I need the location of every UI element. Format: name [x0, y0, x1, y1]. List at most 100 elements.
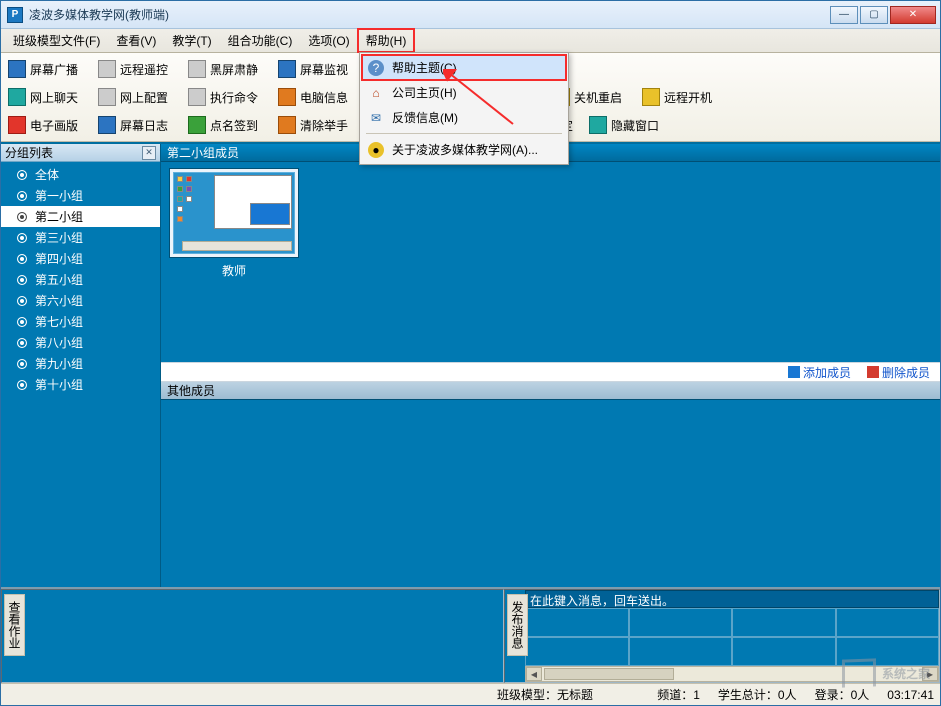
tool-网上配置[interactable]: 网上配置: [95, 85, 179, 109]
tool-屏幕监视[interactable]: 屏幕监视: [275, 57, 359, 81]
add-icon: [788, 366, 800, 378]
group-label: 第三小组: [35, 229, 83, 246]
homework-label[interactable]: 查看作业: [4, 594, 25, 656]
group-label: 第八小组: [35, 334, 83, 351]
tool-label: 电子画版: [30, 117, 78, 134]
member-thumb-box: [169, 168, 299, 258]
status-model: 班级模型：无标题: [497, 686, 593, 703]
sidebar-title: 分组列表: [5, 144, 53, 161]
app-window: P 凌波多媒体教学网(教师端) — ▢ ✕ 班级模型文件(F) 查看(V) 教学…: [0, 0, 941, 706]
tool-label: 屏幕监视: [300, 61, 348, 78]
tool-icon: [589, 116, 607, 134]
delete-member-label: 删除成员: [882, 364, 930, 381]
publish-label[interactable]: 发布消息: [507, 594, 528, 656]
menu-help[interactable]: 帮助(H): [358, 29, 415, 52]
minimize-button[interactable]: —: [830, 6, 858, 24]
group-label: 第七小组: [35, 313, 83, 330]
tool-远程开机[interactable]: 远程开机: [639, 85, 723, 109]
tool-icon: [642, 88, 660, 106]
add-member-button[interactable]: 添加成员: [788, 364, 851, 381]
tool-黑屏肃静[interactable]: 黑屏肃静: [185, 57, 269, 81]
group-label: 第九小组: [35, 355, 83, 372]
group-item-第七小组[interactable]: 第七小组: [1, 311, 160, 332]
scroll-left-icon[interactable]: ◀: [526, 667, 542, 681]
group-item-第五小组[interactable]: 第五小组: [1, 269, 160, 290]
tool-执行命令[interactable]: 执行命令: [185, 85, 269, 109]
maximize-button[interactable]: ▢: [860, 6, 888, 24]
tool-网上聊天[interactable]: 网上聊天: [5, 85, 89, 109]
group-item-第八小组[interactable]: 第八小组: [1, 332, 160, 353]
group-item-第三小组[interactable]: 第三小组: [1, 227, 160, 248]
tool-label: 网上配置: [120, 89, 168, 106]
menu-combine[interactable]: 组合功能(C): [220, 29, 301, 52]
menu-file[interactable]: 班级模型文件(F): [5, 29, 108, 52]
tool-电脑信息[interactable]: 电脑信息: [275, 85, 359, 109]
company-home-item[interactable]: ⌂ 公司主页(H): [362, 80, 566, 105]
tool-远程遥控[interactable]: 远程遥控: [95, 57, 179, 81]
group-item-第四小组[interactable]: 第四小组: [1, 248, 160, 269]
scroll-thumb[interactable]: [544, 668, 674, 680]
tool-icon: [278, 116, 296, 134]
menu-options[interactable]: 选项(O): [300, 29, 357, 52]
about-item[interactable]: ● 关于凌波多媒体教学网(A)...: [362, 137, 566, 162]
message-input[interactable]: 在此键入消息，回车送出。: [525, 590, 939, 608]
group-item-第九小组[interactable]: 第九小组: [1, 353, 160, 374]
homework-panel: 查看作业: [1, 589, 504, 683]
status-logged: 登录：0人: [815, 686, 870, 703]
tool-icon: [278, 60, 296, 78]
main-area: 分组列表 ✕ 全体第一小组第二小组第三小组第四小组第五小组第六小组第七小组第八小…: [1, 142, 940, 587]
group-label: 第十小组: [35, 376, 83, 393]
bottom-row: 查看作业 发布消息 在此键入消息，回车送出。 ◀ ▶: [1, 587, 940, 683]
group-item-第六小组[interactable]: 第六小组: [1, 290, 160, 311]
help-icon: ?: [368, 60, 384, 76]
status-channel: 频道：1: [657, 686, 700, 703]
tool-icon: [8, 60, 26, 78]
group-item-全体[interactable]: 全体: [1, 164, 160, 185]
sidebar-close-icon[interactable]: ✕: [142, 146, 156, 160]
window-controls: — ▢ ✕: [830, 6, 936, 24]
feedback-item[interactable]: ✉ 反馈信息(M): [362, 105, 566, 130]
group-label: 第五小组: [35, 271, 83, 288]
group-label: 全体: [35, 166, 59, 183]
tool-icon: [98, 88, 116, 106]
sidebar: 分组列表 ✕ 全体第一小组第二小组第三小组第四小组第五小组第六小组第七小组第八小…: [1, 144, 161, 587]
radio-icon: [17, 317, 27, 327]
menu-view[interactable]: 查看(V): [108, 29, 164, 52]
tool-label: 屏幕广播: [30, 61, 78, 78]
tool-icon: [8, 88, 26, 106]
help-topic-item[interactable]: ? 帮助主题(C): [362, 55, 566, 80]
statusbar: 班级模型：无标题 频道：1 学生总计：0人 登录：0人 03:17:41: [1, 683, 940, 705]
tool-label: 隐藏窗口: [611, 117, 659, 134]
close-button[interactable]: ✕: [890, 6, 936, 24]
group-label: 第一小组: [35, 187, 83, 204]
home-icon: ⌂: [368, 85, 384, 101]
scroll-right-icon[interactable]: ▶: [922, 667, 938, 681]
tool-屏幕日志[interactable]: 屏幕日志: [95, 113, 179, 137]
tool-清除举手[interactable]: 清除举手: [275, 113, 359, 137]
help-dropdown: ? 帮助主题(C) ⌂ 公司主页(H) ✉ 反馈信息(M) ● 关于凌波多媒体教…: [359, 52, 569, 165]
tool-点名签到[interactable]: 点名签到: [185, 113, 269, 137]
app-icon: P: [7, 7, 23, 23]
sidebar-header: 分组列表 ✕: [1, 144, 160, 162]
tool-label: 远程开机: [664, 89, 712, 106]
radio-icon: [17, 380, 27, 390]
group-item-第一小组[interactable]: 第一小组: [1, 185, 160, 206]
window-title: 凌波多媒体教学网(教师端): [29, 6, 169, 23]
delete-member-button[interactable]: 删除成员: [867, 364, 930, 381]
tool-屏幕广播[interactable]: 屏幕广播: [5, 57, 89, 81]
radio-icon: [17, 296, 27, 306]
radio-icon: [17, 254, 27, 264]
menu-teach[interactable]: 教学(T): [164, 29, 219, 52]
radio-icon: [17, 359, 27, 369]
tool-电子画版[interactable]: 电子画版: [5, 113, 89, 137]
radio-icon: [17, 233, 27, 243]
member-thumb[interactable]: 教师: [169, 168, 299, 279]
radio-icon: [17, 212, 27, 222]
message-scrollbar[interactable]: ◀ ▶: [525, 666, 939, 682]
titlebar: P 凌波多媒体教学网(教师端) — ▢ ✕: [1, 1, 940, 29]
tool-隐藏窗口[interactable]: 隐藏窗口: [586, 113, 670, 137]
group-item-第十小组[interactable]: 第十小组: [1, 374, 160, 395]
menubar: 班级模型文件(F) 查看(V) 教学(T) 组合功能(C) 选项(O) 帮助(H…: [1, 29, 940, 53]
group-item-第二小组[interactable]: 第二小组: [1, 206, 160, 227]
tool-label: 远程遥控: [120, 61, 168, 78]
